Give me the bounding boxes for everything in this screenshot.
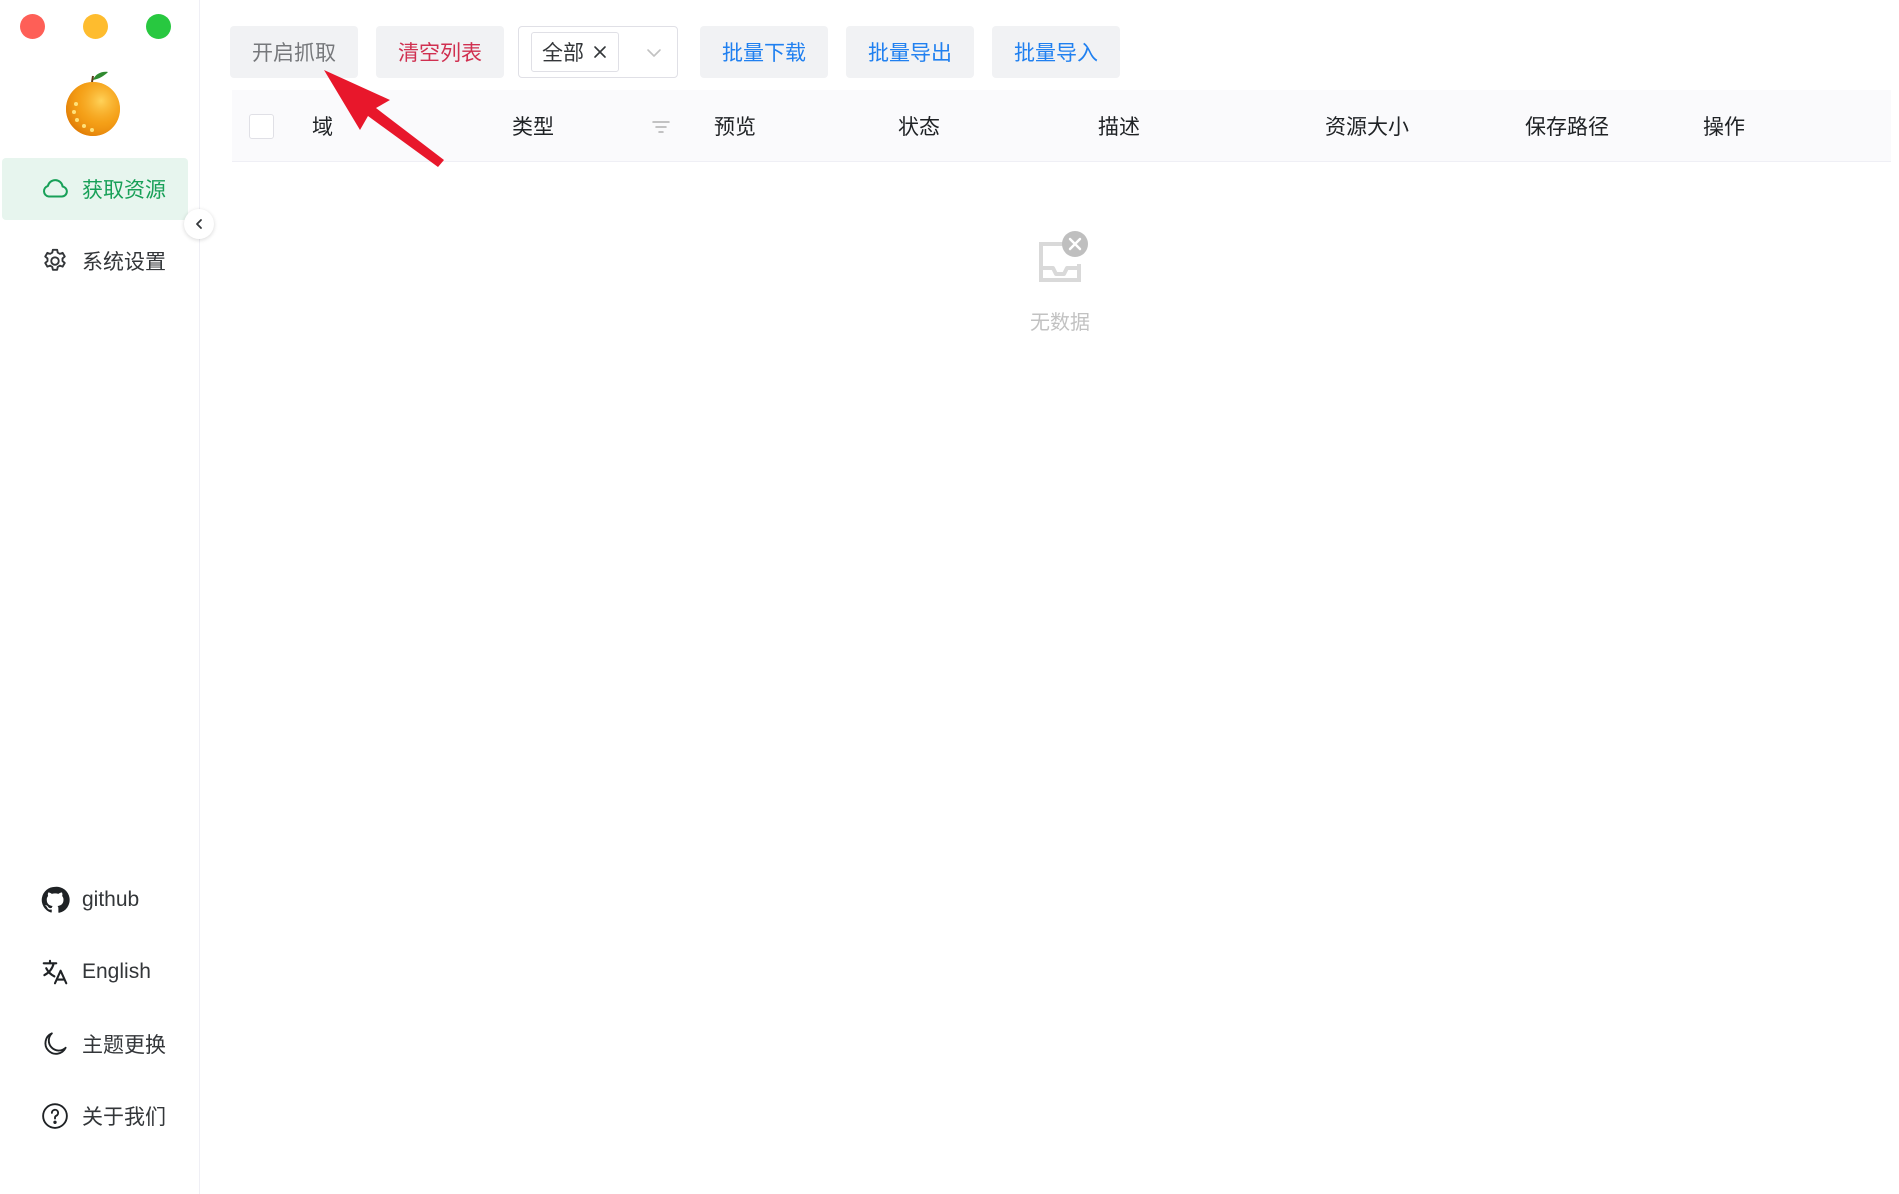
nav-item-label: 获取资源 <box>82 179 166 202</box>
column-header-type[interactable]: 类型 <box>512 90 554 162</box>
column-header-resource-size[interactable]: 资源大小 <box>1325 90 1409 162</box>
empty-state: 无数据 <box>1010 230 1110 335</box>
batch-import-button[interactable]: 批量导入 <box>992 26 1120 78</box>
batch-export-button[interactable]: 批量导出 <box>846 26 974 78</box>
nav-item-label: 系统设置 <box>82 251 166 274</box>
close-icon[interactable] <box>592 44 608 60</box>
app-window: 获取资源 系统设置 github English 主题更换 关于我们 开启抓取 … <box>0 0 1899 1194</box>
orange-logo-icon <box>66 71 120 136</box>
select-all-checkbox[interactable] <box>249 114 274 139</box>
batch-download-button[interactable]: 批量下载 <box>700 26 828 78</box>
empty-inbox-icon <box>1039 231 1088 282</box>
filter-tag: 全部 <box>531 32 619 72</box>
column-header-status[interactable]: 状态 <box>898 90 940 162</box>
translate-icon <box>42 959 68 985</box>
annotation-arrow-icon <box>324 70 444 167</box>
gear-icon <box>44 248 66 271</box>
column-header-save-path[interactable]: 保存路径 <box>1525 90 1609 162</box>
close-window-button[interactable] <box>20 14 45 39</box>
table-header: 域 类型 预览 状态 描述 资源大小 保存路径 操作 <box>232 90 1891 162</box>
sidebar-collapse-button[interactable] <box>184 209 214 239</box>
maximize-window-button[interactable] <box>146 14 171 39</box>
help-circle-icon <box>42 1103 68 1129</box>
theme-label: 主题更换 <box>82 1034 166 1057</box>
chevron-left-icon <box>196 219 202 229</box>
nav-item-get-resources[interactable]: 获取资源 <box>2 158 188 220</box>
nav-item-system-settings[interactable]: 系统设置 <box>2 230 188 292</box>
github-link[interactable]: github <box>40 885 139 915</box>
github-label: github <box>82 888 140 911</box>
column-header-preview[interactable]: 预览 <box>714 90 756 162</box>
empty-state-text: 无数据 <box>1030 312 1090 334</box>
column-header-description[interactable]: 描述 <box>1098 90 1140 162</box>
github-icon <box>41 886 70 913</box>
language-switch[interactable]: English <box>40 957 151 987</box>
language-label: English <box>82 960 151 983</box>
window-controls <box>20 14 171 39</box>
moon-icon <box>44 1032 67 1055</box>
filter-tag-label: 全部 <box>542 42 584 65</box>
cloud-icon <box>43 179 68 198</box>
chevron-down-icon <box>647 49 661 57</box>
minimize-window-button[interactable] <box>83 14 108 39</box>
about-label: 关于我们 <box>82 1106 166 1129</box>
column-header-actions[interactable]: 操作 <box>1703 90 1745 162</box>
about-us-link[interactable]: 关于我们 <box>40 1101 166 1131</box>
type-filter-select[interactable]: 全部 <box>518 26 678 78</box>
theme-switch[interactable]: 主题更换 <box>40 1029 166 1059</box>
sidebar: 获取资源 系统设置 github English 主题更换 关于我们 <box>0 0 200 1194</box>
filter-icon[interactable] <box>650 116 672 138</box>
